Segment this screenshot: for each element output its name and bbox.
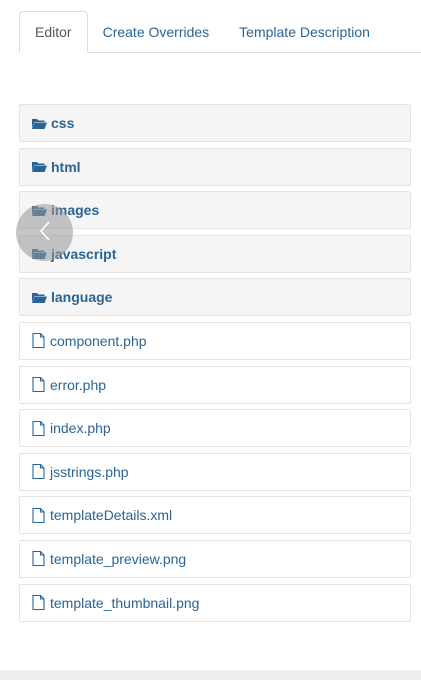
folder-item-javascript[interactable]: javascript — [19, 234, 411, 273]
file-icon — [32, 333, 45, 349]
file-item-error-php[interactable]: error.php — [19, 365, 411, 404]
file-item-jsstrings-php[interactable]: jsstrings.php — [19, 452, 411, 491]
folder-label: css — [51, 115, 75, 131]
folder-item-css[interactable]: css — [19, 104, 411, 142]
tab-create-overrides[interactable]: Create Overrides — [88, 11, 225, 52]
back-button[interactable] — [16, 204, 73, 261]
file-label: template_preview.png — [50, 550, 187, 567]
tab-editor[interactable]: Editor — [19, 11, 88, 53]
file-label: component.php — [50, 332, 147, 349]
tab-bar: Editor Create Overrides Template Descrip… — [19, 10, 421, 53]
folder-label: language — [51, 289, 113, 306]
file-icon — [32, 420, 45, 436]
file-icon — [32, 377, 45, 393]
folder-item-language[interactable]: language — [19, 278, 411, 317]
file-item-component-php[interactable]: component.php — [19, 321, 411, 360]
file-label: error.php — [50, 376, 107, 393]
bottom-bar — [0, 670, 421, 680]
file-label: template_thumbnail.png — [50, 594, 200, 611]
file-label: index.php — [50, 420, 111, 437]
file-item-index-php[interactable]: index.php — [19, 409, 411, 448]
file-item-template-thumbnail-png[interactable]: template_thumbnail.png — [19, 583, 411, 622]
folder-item-html[interactable]: html — [19, 147, 411, 186]
chevron-left-icon — [38, 220, 52, 245]
file-label: templateDetails.xml — [50, 507, 173, 524]
file-item-template-preview-png[interactable]: template_preview.png — [19, 539, 411, 578]
file-icon — [32, 595, 45, 611]
file-tree: css html images javascript language comp… — [19, 104, 411, 627]
file-icon — [32, 507, 45, 523]
tab-template-description[interactable]: Template Description — [224, 11, 385, 52]
file-item-templatedetails-xml[interactable]: templateDetails.xml — [19, 496, 411, 535]
folder-open-icon — [32, 161, 47, 173]
file-icon — [32, 464, 45, 480]
folder-open-icon — [32, 118, 47, 129]
folder-label: html — [51, 158, 81, 175]
file-icon — [32, 551, 45, 567]
folder-item-images[interactable]: images — [19, 191, 411, 230]
folder-open-icon — [32, 292, 47, 303]
file-label: jsstrings.php — [50, 463, 129, 480]
